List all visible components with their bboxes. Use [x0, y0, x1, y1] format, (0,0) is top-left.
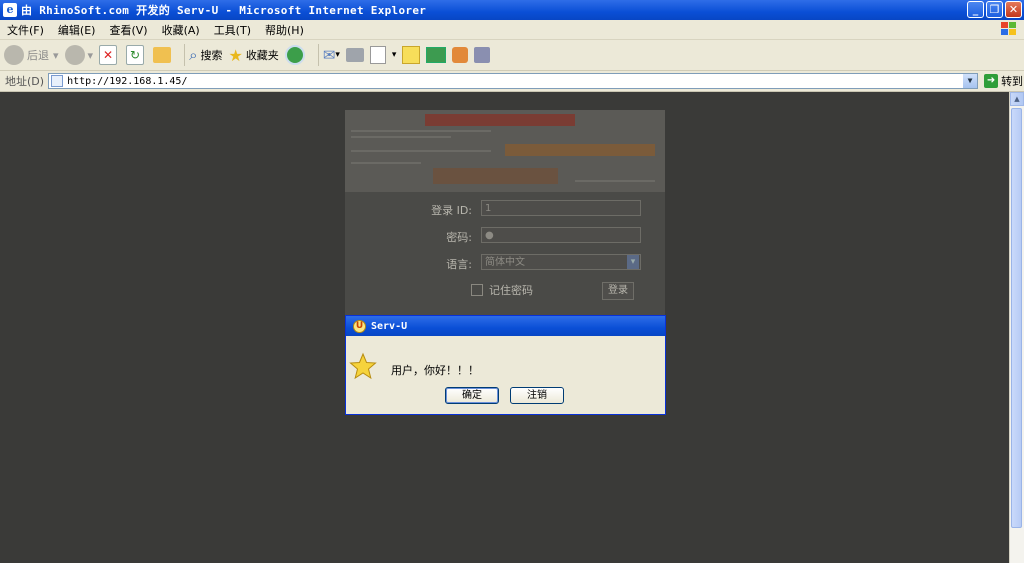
print-button[interactable]	[345, 48, 364, 62]
page-icon	[51, 75, 64, 87]
scrollbar-thumb[interactable]	[1011, 108, 1022, 528]
edit-page-icon	[369, 46, 386, 64]
address-bar: 地址(D) http://192.168.1.45/ ▼ ➜ 转到	[0, 71, 1024, 92]
address-label: 地址(D)	[5, 75, 45, 88]
login-id-label: 登录 ID:	[431, 204, 472, 217]
standard-toolbar: 后退 ▾ ▾ ✕ ↻ ⌕ 搜索 ★ 收藏夹 ✉ ▾ ▾	[0, 40, 1024, 71]
messenger-button[interactable]	[426, 47, 447, 63]
password-input[interactable]: ●	[481, 227, 641, 243]
go-arrow-icon: ➜	[984, 74, 999, 88]
mail-icon: ✉	[322, 46, 336, 64]
language-label: 语言:	[446, 258, 472, 271]
stop-icon: ✕	[99, 45, 118, 65]
close-button[interactable]: ✕	[1005, 1, 1022, 18]
banner-block-top	[425, 114, 575, 126]
address-input[interactable]: http://192.168.1.45/ ▼	[48, 73, 979, 89]
edit-dropdown-icon[interactable]: ▾	[392, 50, 397, 60]
toolbar-divider	[317, 44, 319, 66]
password-label: 密码:	[446, 231, 472, 244]
restore-button[interactable]: ❐	[986, 1, 1003, 18]
dialog-message: 用户，你好！！！	[391, 364, 479, 377]
scroll-up-icon[interactable]: ▲	[1010, 92, 1024, 106]
minimize-button[interactable]: _	[967, 1, 984, 18]
go-button[interactable]: ➜ 转到	[984, 73, 1023, 89]
banner-line-a	[351, 130, 491, 132]
banner-line-e	[575, 180, 655, 182]
dialog-titlebar: U Serv-U	[346, 316, 665, 336]
go-label: 转到	[1001, 75, 1024, 88]
forward-dropdown-icon[interactable]: ▾	[88, 49, 94, 62]
menu-view[interactable]: 查看(V)	[102, 22, 154, 38]
banner-image	[345, 110, 665, 192]
address-url: http://192.168.1.45/	[67, 75, 188, 87]
banner-line-d	[351, 162, 421, 164]
logout-button[interactable]: 注销	[510, 387, 564, 404]
vertical-scrollbar[interactable]: ▲	[1009, 92, 1024, 563]
serv-u-dialog: U Serv-U 用户，你好！！！ 确定 注销	[345, 315, 666, 415]
history-button[interactable]	[284, 45, 308, 65]
back-button[interactable]: 后退 ▾	[4, 45, 59, 65]
ie-page-icon: e	[3, 3, 17, 17]
refresh-button[interactable]: ↻	[126, 45, 147, 65]
home-button[interactable]	[153, 47, 174, 63]
language-select[interactable]: 简体中文	[481, 254, 641, 270]
address-dropdown-icon[interactable]: ▼	[963, 74, 978, 88]
ok-button[interactable]: 确定	[445, 387, 499, 404]
toolbar-divider	[184, 44, 186, 66]
banner-line-c	[351, 150, 491, 152]
note-icon	[402, 46, 421, 64]
dialog-buttons: 确定 注销	[445, 387, 564, 404]
menu-file[interactable]: 文件(F)	[0, 22, 51, 38]
menu-edit[interactable]: 编辑(E)	[51, 22, 103, 38]
back-arrow-icon	[4, 45, 24, 65]
language-row: 语言: 简体中文	[345, 254, 665, 272]
serv-u-logo-icon: U	[353, 319, 366, 333]
remember-checkbox[interactable]	[471, 284, 483, 296]
password-row: 密码: ●	[345, 227, 665, 245]
search-button[interactable]: ⌕ 搜索	[189, 46, 222, 64]
tools-icon	[452, 47, 469, 63]
menu-favorites[interactable]: 收藏(A)	[155, 22, 207, 38]
menu-tools[interactable]: 工具(T)	[207, 22, 258, 38]
stop-button[interactable]: ✕	[99, 45, 120, 65]
search-label: 搜索	[200, 49, 223, 62]
back-dropdown-icon[interactable]: ▾	[53, 49, 59, 62]
menu-bar: 文件(F) 编辑(E) 查看(V) 收藏(A) 工具(T) 帮助(H)	[0, 20, 1024, 40]
discuss-button[interactable]	[402, 46, 421, 64]
banner-line-b	[351, 136, 451, 138]
remember-label: 记住密码	[489, 284, 533, 297]
media-icon	[474, 47, 491, 63]
edit-button[interactable]: ▾	[369, 46, 397, 64]
banner-block-bottom	[433, 168, 558, 184]
favorites-button[interactable]: ★ 收藏夹	[228, 46, 278, 65]
window-titlebar: e 由 RhinoSoft.com 开发的 Serv-U - Microsoft…	[0, 0, 1024, 20]
back-label: 后退	[27, 49, 49, 62]
window-title: 由 RhinoSoft.com 开发的 Serv-U - Microsoft I…	[21, 4, 427, 17]
dialog-title: Serv-U	[371, 320, 408, 332]
login-form: 登录 ID: 1 密码: ● 语言: 简体中文 记住密码 登录	[345, 194, 665, 304]
login-button[interactable]: 登录	[602, 282, 634, 300]
screen-icon	[426, 47, 447, 63]
forward-button[interactable]: ▾	[64, 45, 94, 65]
star-icon	[349, 352, 377, 380]
remember-password[interactable]: 记住密码	[471, 282, 533, 298]
windows-logo-icon	[1001, 22, 1016, 35]
favorites-label: 收藏夹	[245, 49, 279, 62]
banner-block-mid	[505, 144, 655, 156]
search-icon: ⌕	[189, 46, 198, 64]
favorites-star-icon: ★	[228, 45, 243, 65]
forward-arrow-icon	[64, 45, 85, 65]
login-id-input[interactable]: 1	[481, 200, 641, 216]
home-icon	[153, 47, 172, 63]
mail-dropdown-icon[interactable]: ▾	[335, 50, 340, 60]
history-icon	[284, 45, 305, 65]
media-button[interactable]	[474, 47, 491, 63]
login-id-row: 登录 ID: 1	[345, 200, 665, 218]
research-button[interactable]	[452, 47, 469, 63]
mail-button[interactable]: ✉ ▾	[323, 46, 340, 64]
print-icon	[345, 48, 364, 62]
window-controls: _ ❐ ✕	[967, 1, 1022, 18]
refresh-icon: ↻	[126, 45, 145, 65]
menu-help[interactable]: 帮助(H)	[258, 22, 311, 38]
